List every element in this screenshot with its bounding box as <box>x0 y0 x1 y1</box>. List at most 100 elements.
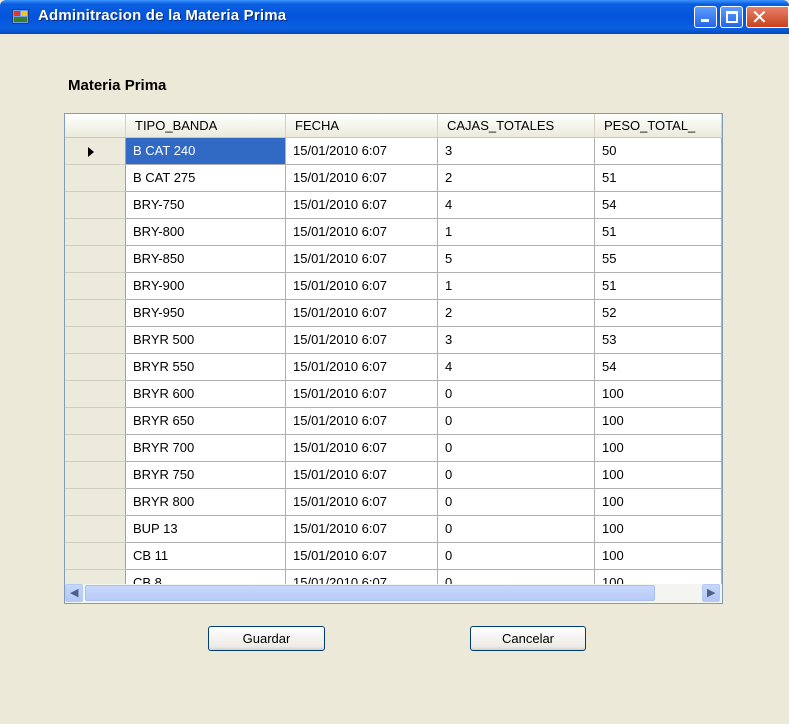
cell-tipo-banda[interactable]: BRYR 550 <box>126 354 286 381</box>
scroll-up-button[interactable]: ▲ <box>722 114 723 132</box>
save-button[interactable]: Guardar <box>208 626 325 651</box>
cell-fecha[interactable]: 15/01/2010 6:07 <box>286 219 438 246</box>
cell-fecha[interactable]: 15/01/2010 6:07 <box>286 516 438 543</box>
cell-peso-total[interactable]: 100 <box>595 435 722 462</box>
cell-tipo-banda[interactable]: BRYR 600 <box>126 381 286 408</box>
table-row[interactable]: B CAT 240 15/01/2010 6:07 3 50 <box>65 138 722 165</box>
cell-cajas-totales[interactable]: 0 <box>438 543 595 570</box>
cell-tipo-banda[interactable]: BUP 13 <box>126 516 286 543</box>
table-row[interactable]: B CAT 275 15/01/2010 6:07 2 51 <box>65 165 722 192</box>
cell-cajas-totales[interactable]: 2 <box>438 300 595 327</box>
cell-peso-total[interactable]: 100 <box>595 489 722 516</box>
vertical-scrollbar[interactable]: ▲ ▼ <box>722 114 723 584</box>
cell-cajas-totales[interactable]: 1 <box>438 219 595 246</box>
scroll-right-button[interactable]: ▶ <box>702 584 720 602</box>
cell-tipo-banda[interactable]: BRYR 700 <box>126 435 286 462</box>
row-header[interactable] <box>65 327 126 354</box>
cell-tipo-banda[interactable]: BRYR 650 <box>126 408 286 435</box>
cell-tipo-banda[interactable]: B CAT 240 <box>126 138 286 165</box>
cell-peso-total[interactable]: 50 <box>595 138 722 165</box>
cell-fecha[interactable]: 15/01/2010 6:07 <box>286 408 438 435</box>
row-header[interactable] <box>65 246 126 273</box>
cell-fecha[interactable]: 15/01/2010 6:07 <box>286 246 438 273</box>
cell-tipo-banda[interactable]: BRYR 800 <box>126 489 286 516</box>
row-header[interactable] <box>65 165 126 192</box>
table-row[interactable]: BRY-850 15/01/2010 6:07 5 55 <box>65 246 722 273</box>
horizontal-scroll-thumb[interactable] <box>85 585 655 601</box>
close-button[interactable]: ✕ <box>746 5 789 29</box>
cell-tipo-banda[interactable]: CB 8 <box>126 570 286 584</box>
cell-peso-total[interactable]: 51 <box>595 273 722 300</box>
row-header[interactable] <box>65 219 126 246</box>
table-row[interactable]: BRYR 650 15/01/2010 6:07 0 100 <box>65 408 722 435</box>
cell-peso-total[interactable]: 100 <box>595 462 722 489</box>
cell-peso-total[interactable]: 55 <box>595 246 722 273</box>
cell-fecha[interactable]: 15/01/2010 6:07 <box>286 570 438 584</box>
row-header[interactable] <box>65 435 126 462</box>
table-row[interactable]: BRY-800 15/01/2010 6:07 1 51 <box>65 219 722 246</box>
cancel-button[interactable]: Cancelar <box>470 626 586 651</box>
table-row[interactable]: BRYR 600 15/01/2010 6:07 0 100 <box>65 381 722 408</box>
cell-fecha[interactable]: 15/01/2010 6:07 <box>286 192 438 219</box>
cell-peso-total[interactable]: 53 <box>595 327 722 354</box>
cell-tipo-banda[interactable]: BRY-900 <box>126 273 286 300</box>
row-header[interactable] <box>65 381 126 408</box>
column-header-fecha[interactable]: FECHA <box>286 114 438 138</box>
cell-cajas-totales[interactable]: 0 <box>438 570 595 584</box>
table-row[interactable]: BRYR 550 15/01/2010 6:07 4 54 <box>65 354 722 381</box>
cell-peso-total[interactable]: 100 <box>595 516 722 543</box>
table-row[interactable]: BRYR 700 15/01/2010 6:07 0 100 <box>65 435 722 462</box>
table-row[interactable]: BRYR 800 15/01/2010 6:07 0 100 <box>65 489 722 516</box>
minimize-button[interactable] <box>694 6 717 28</box>
cell-fecha[interactable]: 15/01/2010 6:07 <box>286 138 438 165</box>
cell-fecha[interactable]: 15/01/2010 6:07 <box>286 543 438 570</box>
cell-cajas-totales[interactable]: 1 <box>438 273 595 300</box>
row-header[interactable] <box>65 570 126 584</box>
cell-tipo-banda[interactable]: CB 11 <box>126 543 286 570</box>
cell-fecha[interactable]: 15/01/2010 6:07 <box>286 273 438 300</box>
table-row[interactable]: BRY-750 15/01/2010 6:07 4 54 <box>65 192 722 219</box>
row-header[interactable] <box>65 273 126 300</box>
cell-tipo-banda[interactable]: B CAT 275 <box>126 165 286 192</box>
cell-cajas-totales[interactable]: 0 <box>438 516 595 543</box>
cell-fecha[interactable]: 15/01/2010 6:07 <box>286 381 438 408</box>
cell-fecha[interactable]: 15/01/2010 6:07 <box>286 327 438 354</box>
cell-fecha[interactable]: 15/01/2010 6:07 <box>286 435 438 462</box>
table-row[interactable]: BRYR 750 15/01/2010 6:07 0 100 <box>65 462 722 489</box>
cell-cajas-totales[interactable]: 0 <box>438 435 595 462</box>
cell-cajas-totales[interactable]: 0 <box>438 408 595 435</box>
row-header[interactable] <box>65 408 126 435</box>
data-grid[interactable]: TIPO_BANDA FECHA CAJAS_TOTALES PESO_TOTA… <box>64 113 723 604</box>
table-row[interactable]: CB 8 15/01/2010 6:07 0 100 <box>65 570 722 584</box>
cell-peso-total[interactable]: 51 <box>595 219 722 246</box>
cell-peso-total[interactable]: 52 <box>595 300 722 327</box>
table-row[interactable]: CB 11 15/01/2010 6:07 0 100 <box>65 543 722 570</box>
row-header[interactable] <box>65 462 126 489</box>
table-row[interactable]: BRY-900 15/01/2010 6:07 1 51 <box>65 273 722 300</box>
cell-peso-total[interactable]: 54 <box>595 192 722 219</box>
table-row[interactable]: BRYR 500 15/01/2010 6:07 3 53 <box>65 327 722 354</box>
cell-peso-total[interactable]: 54 <box>595 354 722 381</box>
column-header-tipo-banda[interactable]: TIPO_BANDA <box>126 114 286 138</box>
cell-cajas-totales[interactable]: 5 <box>438 246 595 273</box>
scroll-down-button[interactable]: ▼ <box>722 566 723 584</box>
cell-cajas-totales[interactable]: 0 <box>438 462 595 489</box>
cell-cajas-totales[interactable]: 2 <box>438 165 595 192</box>
cell-cajas-totales[interactable]: 0 <box>438 489 595 516</box>
row-header[interactable] <box>65 138 126 165</box>
cell-cajas-totales[interactable]: 4 <box>438 192 595 219</box>
cell-fecha[interactable]: 15/01/2010 6:07 <box>286 489 438 516</box>
cell-cajas-totales[interactable]: 0 <box>438 381 595 408</box>
column-header-cajas-totales[interactable]: CAJAS_TOTALES <box>438 114 595 138</box>
cell-fecha[interactable]: 15/01/2010 6:07 <box>286 165 438 192</box>
row-header[interactable] <box>65 300 126 327</box>
column-header-peso-total[interactable]: PESO_TOTAL_ <box>595 114 722 138</box>
cell-tipo-banda[interactable]: BRY-850 <box>126 246 286 273</box>
row-header[interactable] <box>65 354 126 381</box>
cell-peso-total[interactable]: 100 <box>595 570 722 584</box>
cell-peso-total[interactable]: 100 <box>595 543 722 570</box>
row-header[interactable] <box>65 543 126 570</box>
horizontal-scrollbar[interactable]: ◀ ▶ <box>65 584 722 603</box>
maximize-button[interactable] <box>720 6 743 28</box>
cell-peso-total[interactable]: 100 <box>595 381 722 408</box>
